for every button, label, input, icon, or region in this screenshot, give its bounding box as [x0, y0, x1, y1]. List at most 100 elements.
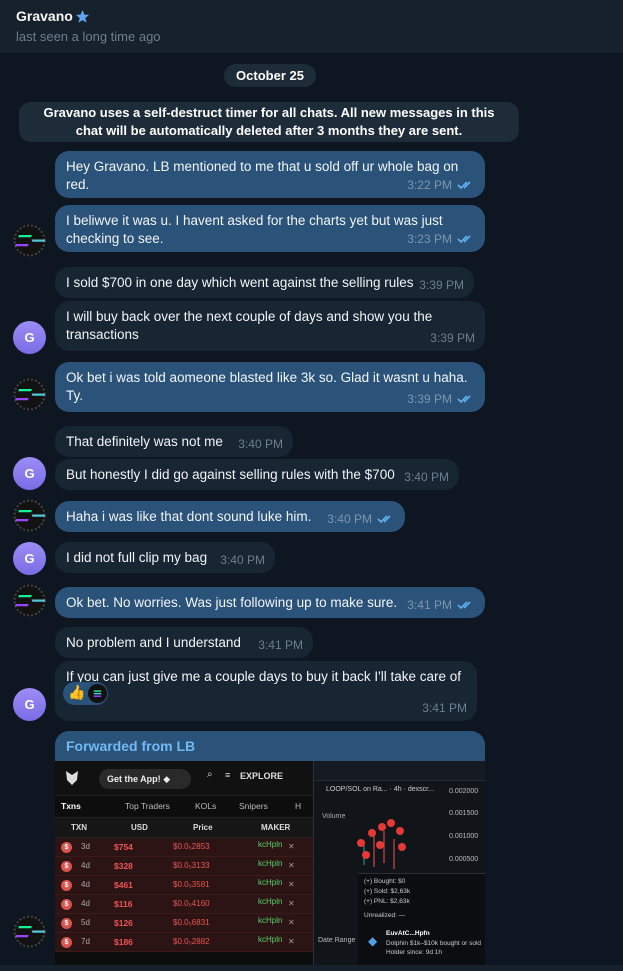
- row-price: $0.0₅4160: [173, 899, 210, 908]
- axis-label: 0.001500: [449, 810, 479, 817]
- x-icon: ✕: [288, 842, 295, 851]
- row-price: $0.0₅6831: [173, 918, 210, 927]
- app-toolbar: Get the App! ◆ ⌕ ≡ EXPLORE: [55, 761, 313, 796]
- avatar[interactable]: [13, 224, 46, 257]
- search-icon: ⌕: [207, 769, 213, 780]
- solana-logo-icon: [13, 378, 46, 411]
- avatar[interactable]: [13, 378, 46, 411]
- service-message: Gravano uses a self-destruct timer for a…: [19, 102, 519, 142]
- row-usd: $754: [114, 842, 133, 852]
- table-row: $ 4d $328 $0.0₅3133 kcHpln ✕: [55, 857, 313, 876]
- attached-screenshot[interactable]: Get the App! ◆ ⌕ ≡ EXPLORE Txns Top Trad…: [55, 761, 485, 965]
- outgoing-message[interactable]: Ok bet. No worries. Was just following u…: [55, 587, 485, 618]
- chat-header: Gravano last seen a long time ago: [0, 0, 623, 54]
- double-check-icon: [457, 395, 471, 404]
- outgoing-message[interactable]: Ok bet i was told aomeone blasted like 3…: [55, 362, 485, 412]
- wallet-desc: Dolphin $1k–$10k bought or sold: [386, 940, 482, 947]
- avatar[interactable]: G: [13, 457, 46, 490]
- col-price: Price: [193, 823, 213, 832]
- date-range: Date Range: [318, 937, 356, 944]
- avatar[interactable]: G: [13, 688, 46, 721]
- volume-label: Volume: [322, 813, 346, 820]
- avatar[interactable]: G: [13, 321, 46, 354]
- incoming-message[interactable]: I will buy back over the next couple of …: [55, 301, 485, 351]
- outgoing-message[interactable]: Haha i was like that dont sound luke him…: [55, 501, 405, 532]
- row-age: 4d: [81, 899, 90, 908]
- tab-top-traders: Top Traders: [125, 801, 170, 811]
- row-maker: kcHpln: [258, 840, 283, 849]
- message-time: 3:40 PM: [238, 437, 283, 451]
- explore-link: EXPLORE: [240, 771, 284, 781]
- get-app-button: Get the App! ◆: [99, 769, 191, 789]
- wallet-popup: (+) Bought: $0 (+) Sold: $2,63k (+) PNL:…: [358, 873, 485, 965]
- menu-icon: ≡: [225, 770, 231, 780]
- incoming-message[interactable]: No problem and I understand 3:41 PM: [55, 627, 313, 658]
- row-price: $0.0₅2853: [173, 842, 210, 851]
- table-row: $ 4d $116 $0.0₅4160 kcHpln ✕: [55, 895, 313, 914]
- tab-snipers: Snipers: [239, 801, 268, 811]
- x-icon: ✕: [288, 861, 295, 870]
- sell-icon: $: [61, 861, 72, 872]
- message-time: 3:23 PM: [407, 232, 452, 246]
- solana-logo-icon: [13, 915, 46, 948]
- message-reactions[interactable]: 👍: [63, 682, 108, 705]
- forwarded-message[interactable]: Forwarded from LB Get the App! ◆ ⌕ ≡ EXP…: [55, 731, 485, 965]
- composer-edge: [0, 965, 623, 971]
- trades-table-header: TXN USD Price MAKER: [55, 818, 313, 838]
- message-list[interactable]: October 25 Gravano uses a self-destruct …: [0, 54, 623, 965]
- avatar[interactable]: G: [13, 542, 46, 575]
- row-usd: $116: [114, 899, 133, 909]
- row-age: 4d: [81, 880, 90, 889]
- avatar[interactable]: [13, 499, 46, 532]
- avatar[interactable]: [13, 915, 46, 948]
- table-row: $ 5d $126 $0.0₅6831 kcHpln ✕: [55, 914, 313, 933]
- incoming-message[interactable]: But honestly I did go against selling ru…: [55, 459, 459, 490]
- message-text: If you can just give me a couple days to…: [66, 669, 462, 702]
- message-time: 3:41 PM: [422, 701, 467, 715]
- message-meta: 3:39 PM: [407, 390, 475, 408]
- message-time: 3:40 PM: [327, 512, 372, 526]
- incoming-message[interactable]: I sold $700 in one day which went agains…: [55, 267, 474, 298]
- x-icon: ✕: [288, 880, 295, 889]
- candlestick-chart: [357, 819, 406, 869]
- row-maker: kcHpln: [258, 935, 283, 944]
- message-text: I sold $700 in one day which went agains…: [66, 275, 414, 290]
- forwarded-from[interactable]: Forwarded from LB: [66, 738, 195, 754]
- message-meta: 3:41 PM: [407, 596, 475, 614]
- trades-tabs: Txns Top Traders KOLs Snipers H: [55, 796, 313, 818]
- row-usd: $328: [114, 861, 133, 871]
- row-age: 3d: [81, 842, 90, 851]
- incoming-message[interactable]: I did not full clip my bag 3:40 PM: [55, 542, 275, 573]
- message-time: 3:41 PM: [258, 638, 303, 652]
- lion-logo-icon: [66, 771, 78, 785]
- x-icon: ✕: [288, 899, 295, 908]
- outgoing-message[interactable]: I beliwve it was u. I havent asked for t…: [55, 205, 485, 252]
- col-usd: USD: [131, 823, 148, 832]
- message-time: 3:40 PM: [220, 553, 265, 567]
- sell-icon: $: [61, 918, 72, 929]
- row-usd: $126: [114, 918, 133, 928]
- message-meta: 3:22 PM: [407, 176, 475, 194]
- incoming-message[interactable]: If you can just give me a couple days to…: [55, 661, 477, 721]
- contact-name[interactable]: Gravano: [16, 8, 73, 24]
- holder-since: Holder since: 9d 1h: [386, 949, 443, 956]
- row-age: 5d: [81, 918, 90, 927]
- pnl-value: (+) PNL: $2,63k: [364, 898, 410, 905]
- message-time: 3:39 PM: [419, 278, 464, 292]
- sell-icon: $: [61, 842, 72, 853]
- message-time: 3:22 PM: [407, 178, 452, 192]
- dolphin-icon: ◆: [368, 934, 378, 948]
- message-meta: 3:40 PM: [327, 510, 395, 528]
- incoming-message[interactable]: That definitely was not me 3:40 PM: [55, 426, 293, 457]
- chart-panel: LOOP/SOL on Ra... · 4h · dexscr... Volum…: [313, 761, 485, 965]
- row-maker: kcHpln: [258, 916, 283, 925]
- thumbs-up-reaction: 👍: [68, 684, 86, 700]
- outgoing-message[interactable]: Hey Gravano. LB mentioned to me that u s…: [55, 151, 485, 198]
- double-check-icon: [457, 181, 471, 190]
- message-text: I will buy back over the next couple of …: [66, 309, 433, 342]
- tab-holders: H: [295, 801, 302, 811]
- trades-panel: Get the App! ◆ ⌕ ≡ EXPLORE Txns Top Trad…: [55, 761, 313, 965]
- row-usd: $186: [114, 937, 133, 947]
- avatar[interactable]: [13, 584, 46, 617]
- message-time: 3:40 PM: [404, 470, 449, 484]
